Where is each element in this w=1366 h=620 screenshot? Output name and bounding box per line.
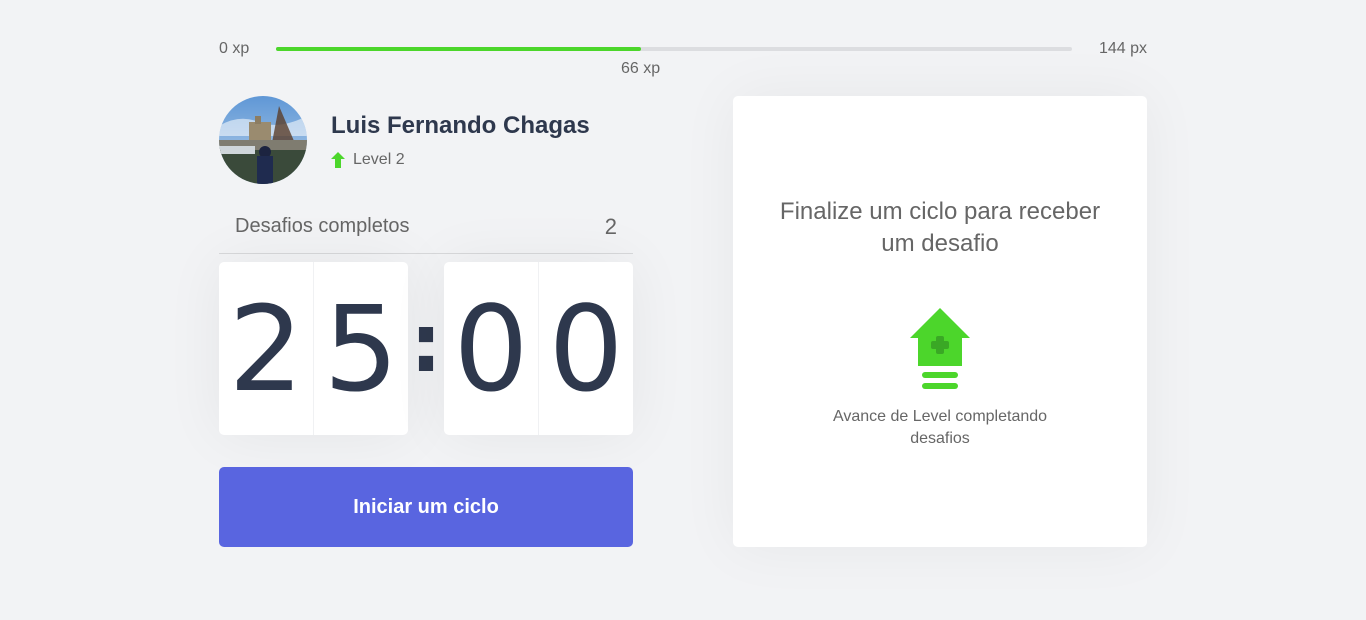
xp-max-label: 144 px [1098, 40, 1147, 57]
profile-name: Luis Fernando Chagas [331, 112, 590, 139]
countdown-separator: : [410, 296, 442, 390]
avatar [219, 96, 307, 184]
seconds-display: 0 0 [444, 262, 633, 435]
level-up-arrow-icon [331, 152, 345, 168]
profile: Luis Fernando Chagas Level 2 [219, 96, 633, 184]
xp-progress-fill [276, 47, 641, 51]
avatar-photo [219, 96, 307, 184]
minute-digit-right: 5 [313, 262, 408, 435]
xp-min-label: 0 xp [219, 40, 250, 57]
second-digit-left: 0 [453, 279, 529, 418]
countdown: 2 5 : 0 0 [219, 262, 633, 435]
challenge-box: Finalize um ciclo para receber um desafi… [733, 96, 1147, 547]
level-up-icon [910, 308, 970, 389]
minutes-display: 2 5 [219, 262, 408, 435]
experience-bar: 0 xp 66 xp 144 px [219, 0, 1147, 90]
profile-level-label: Level 2 [353, 151, 405, 168]
completed-challenges-count: 2 [604, 213, 617, 239]
second-digit-right: 0 [538, 262, 633, 435]
challenge-box-hint: Avance de Level completando desafios [832, 408, 1048, 447]
xp-progress-track [276, 47, 1072, 51]
completed-challenges: Desafios completos 2 [219, 200, 633, 254]
profile-level: Level 2 [331, 150, 405, 170]
minute-digit-left: 2 [228, 279, 304, 418]
challenge-box-title: Finalize um ciclo para receber um desafi… [779, 198, 1101, 257]
start-cycle-button[interactable]: Iniciar um ciclo [219, 467, 633, 547]
xp-current-label: 66 xp [620, 60, 661, 77]
completed-challenges-label: Desafios completos [235, 215, 410, 237]
